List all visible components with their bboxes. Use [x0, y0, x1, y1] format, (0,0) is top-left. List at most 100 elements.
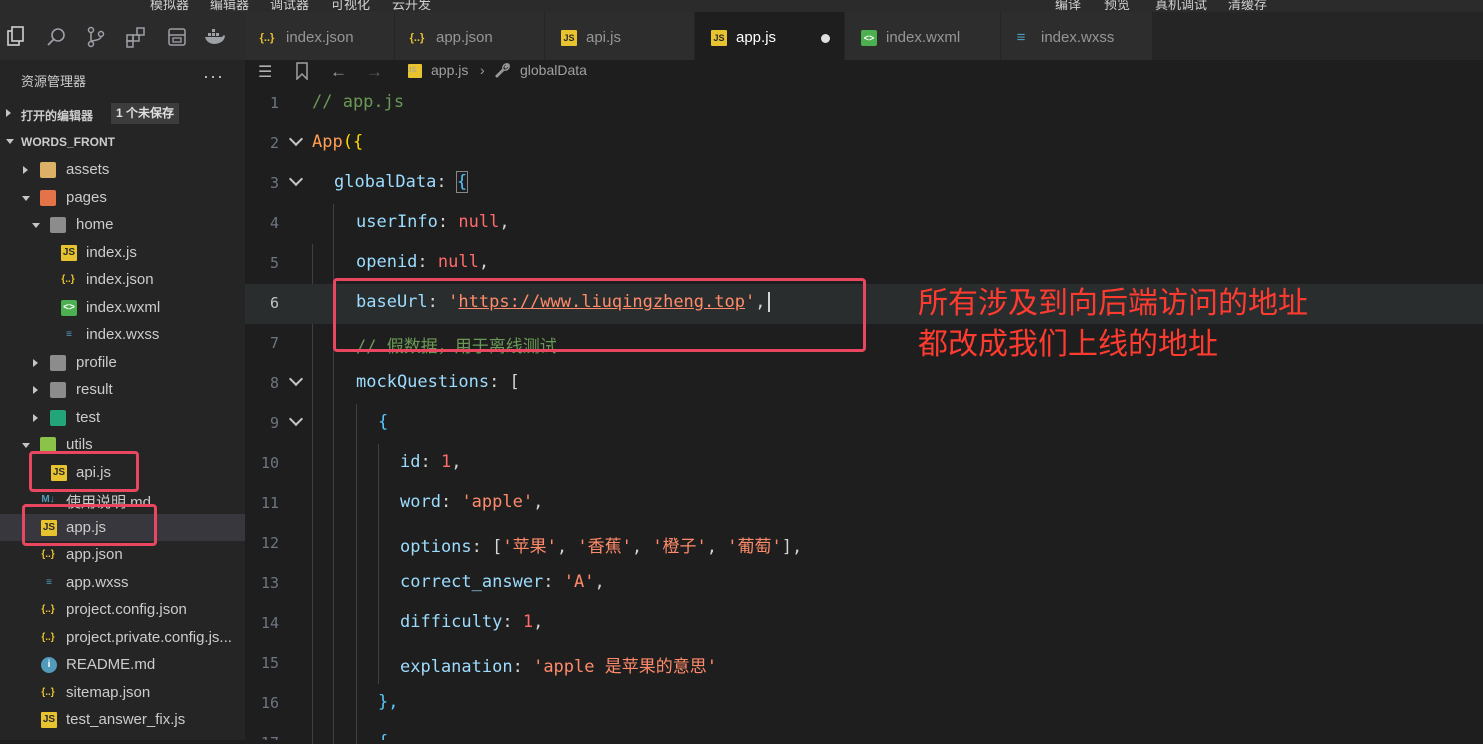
project-section[interactable]: WORDS_FRONT — [0, 128, 245, 156]
explorer-header: 资源管理器 ··· — [0, 60, 245, 98]
tree-item-label: sitemap.json — [66, 684, 151, 701]
menu-compile[interactable]: 编译 — [1055, 0, 1081, 12]
activity-bar — [0, 12, 245, 60]
menu-debugger[interactable]: 调试器 — [270, 0, 309, 12]
source-control-icon[interactable] — [85, 26, 107, 48]
tab-index-wxml[interactable]: <> index.wxml — [845, 12, 1001, 60]
menu-clear-cache[interactable]: 清缓存 — [1228, 0, 1267, 12]
tree-item-label: app.json — [66, 546, 123, 563]
tree-item-test-answer-fix[interactable]: JS test_answer_fix.js — [0, 706, 245, 733]
fold-chevron-icon[interactable] — [288, 131, 304, 147]
tab-app-json[interactable]: {..} app.json — [395, 12, 545, 60]
json-file-icon: {..} — [61, 274, 75, 285]
line-number: 16 — [260, 694, 279, 712]
line-number: 10 — [260, 454, 279, 472]
tree-item-label: profile — [76, 354, 117, 371]
wxml-file-icon: <> — [861, 30, 877, 46]
tree-item-project-private-config[interactable]: {..} project.private.config.js... — [0, 624, 245, 651]
tree-item-index-wxss[interactable]: ≡ index.wxss — [0, 321, 245, 348]
explorer-icon[interactable] — [5, 26, 27, 48]
tab-index-wxss[interactable]: ≡ index.wxss — [1001, 12, 1153, 60]
chevron-right-icon: › — [480, 62, 485, 78]
tree-item-app-wxss[interactable]: ≡ app.wxss — [0, 569, 245, 596]
code-line: 1 // app.js — [245, 84, 1483, 124]
menu-visual[interactable]: 可视化 — [331, 0, 370, 12]
line-number: 12 — [260, 534, 279, 552]
code-token: openid — [356, 252, 418, 272]
highlight-box-baseurl — [333, 278, 866, 352]
code-token: 'apple' — [461, 492, 534, 512]
tree-item-sitemap[interactable]: {..} sitemap.json — [0, 679, 245, 706]
forward-arrow-icon[interactable]: → — [366, 62, 383, 82]
code-token: ({ — [342, 132, 364, 152]
menu-cloud[interactable]: 云开发 — [392, 0, 431, 12]
tree-item-home[interactable]: home — [0, 211, 245, 238]
tree-item-result[interactable]: result — [0, 376, 245, 403]
tree-item-label: project.private.config.js... — [66, 629, 232, 646]
code-token: userInfo — [356, 212, 438, 232]
tab-label: index.json — [286, 29, 354, 46]
split-editor-icon[interactable]: ☰ — [258, 62, 272, 82]
explorer-title: 资源管理器 — [21, 74, 87, 89]
more-actions-icon[interactable]: ··· — [203, 66, 224, 87]
js-file-icon: JS — [61, 245, 77, 261]
fold-chevron-icon[interactable] — [288, 411, 304, 427]
code-editor[interactable]: 1 // app.js 2 App({ 3 globalData: { 4 us… — [245, 84, 1483, 744]
tree-item-label: app.wxss — [66, 574, 129, 591]
back-arrow-icon[interactable]: ← — [330, 62, 347, 82]
top-menu-bar: 模拟器 编辑器 调试器 可视化 云开发 编译 预览 真机调试 清缓存 — [0, 0, 1483, 12]
line-number: 4 — [269, 214, 279, 232]
code-comment: // app.js — [312, 92, 405, 112]
code-token: [ — [509, 372, 520, 392]
tab-label: api.js — [586, 29, 622, 46]
menu-simulator[interactable]: 模拟器 — [150, 0, 189, 12]
code-line: 12 options: ['苹果', '香蕉', '橙子', '葡萄'], — [245, 524, 1483, 564]
bookmark-icon[interactable] — [295, 62, 309, 83]
breadcrumb-file[interactable]: app.js — [431, 62, 468, 78]
line-number: 6 — [269, 294, 279, 312]
css-file-icon: ≡ — [66, 329, 72, 340]
tree-item-readme[interactable]: i README.md — [0, 651, 245, 678]
fold-chevron-icon[interactable] — [288, 371, 304, 387]
docker-icon[interactable] — [204, 26, 226, 48]
code-line: 2 App({ — [245, 124, 1483, 164]
tree-item-index-wxml[interactable]: <> index.wxml — [0, 294, 245, 321]
code-token: 'A' — [563, 572, 595, 592]
tree-item-assets[interactable]: assets — [0, 156, 245, 183]
menu-editor[interactable]: 编辑器 — [210, 0, 249, 12]
code-line: 10 id: 1, — [245, 444, 1483, 484]
project-name: WORDS_FRONT — [21, 135, 115, 149]
annotation-text-line1: 所有涉及到向后端访问的地址 — [918, 287, 1308, 320]
code-token: 1 — [440, 452, 452, 472]
code-token: '香蕉' — [577, 537, 632, 557]
breadcrumb-symbol[interactable]: globalData — [520, 62, 587, 78]
line-number: 1 — [269, 94, 279, 112]
tab-api-js[interactable]: JS api.js — [545, 12, 695, 60]
tree-item-label: assets — [66, 161, 110, 178]
code-token: id — [400, 452, 421, 472]
menu-preview[interactable]: 预览 — [1104, 0, 1130, 12]
tree-item-project-config[interactable]: {..} project.config.json — [0, 596, 245, 623]
code-token: 1 — [522, 612, 534, 632]
tab-index-json[interactable]: {..} index.json — [245, 12, 395, 60]
tree-item-index-js[interactable]: JS index.js — [0, 239, 245, 266]
json-file-icon: {..} — [41, 604, 55, 615]
tree-item-profile[interactable]: profile — [0, 349, 245, 376]
code-token: '葡萄' — [727, 537, 782, 557]
tree-item-pages[interactable]: pages — [0, 184, 245, 211]
fold-chevron-icon[interactable] — [288, 171, 304, 187]
tree-item-test[interactable]: test — [0, 404, 245, 431]
tree-item-index-json[interactable]: {..} index.json — [0, 266, 245, 293]
code-token: mockQuestions — [356, 372, 490, 392]
unsaved-dot-icon[interactable] — [821, 34, 830, 43]
tab-app-js[interactable]: JS app.js — [695, 12, 845, 60]
menu-real-device-debug[interactable]: 真机调试 — [1155, 0, 1207, 12]
open-editors-section[interactable]: 打开的编辑器 1 个未保存 — [0, 100, 245, 128]
json-file-icon: {..} — [41, 549, 55, 560]
extensions-icon[interactable] — [125, 26, 147, 48]
code-token: globalData — [334, 172, 437, 192]
tab-label: app.json — [436, 29, 493, 46]
outline-icon[interactable] — [166, 26, 188, 48]
code-token: correct_answer — [400, 572, 544, 592]
search-icon[interactable] — [46, 26, 68, 48]
